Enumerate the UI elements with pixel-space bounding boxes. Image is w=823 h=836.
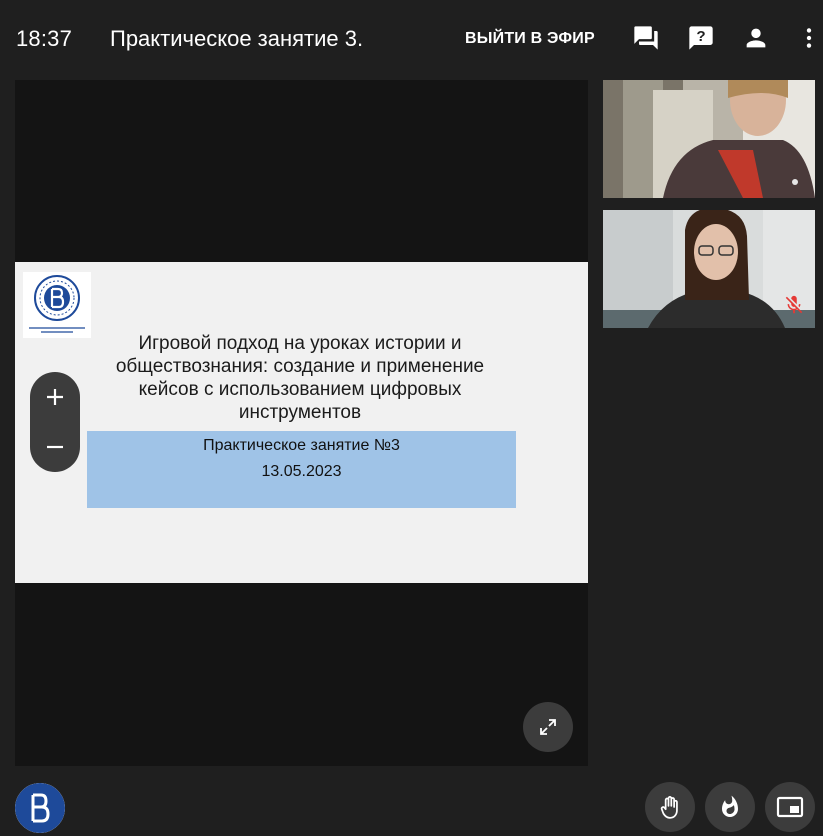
- raise-hand-button[interactable]: [645, 782, 695, 832]
- slide-date: 13.05.2023: [261, 463, 342, 480]
- help-icon: ?: [689, 26, 713, 50]
- plus-icon: [47, 389, 63, 405]
- expand-icon: [540, 719, 556, 735]
- zoom-control: [30, 372, 80, 472]
- zoom-in-button[interactable]: [30, 372, 80, 422]
- more-options-button[interactable]: [795, 22, 823, 54]
- top-bar: 18:37 Практическое занятие 3. ВЫЙТИ В ЭФ…: [0, 0, 823, 78]
- person-icon: [746, 28, 766, 48]
- fire-icon: [722, 795, 738, 817]
- picture-in-picture-button[interactable]: [765, 782, 815, 832]
- participants-button[interactable]: [740, 22, 772, 54]
- presentation-slide: Игровой подход на уроках истории и общес…: [15, 262, 588, 583]
- participant-video: [603, 80, 815, 198]
- participant-video-tile[interactable]: [603, 80, 815, 198]
- go-on-air-button[interactable]: ВЫЙТИ В ЭФИР: [465, 30, 595, 48]
- more-vert-icon: [806, 28, 812, 48]
- raise-hand-icon: [660, 796, 678, 819]
- participant-video-tile[interactable]: [603, 210, 815, 328]
- clock: 18:37: [16, 26, 73, 51]
- hse-slide-logo: [23, 272, 91, 338]
- reactions-button[interactable]: [705, 782, 755, 832]
- page-title: Практическое занятие 3.: [110, 26, 364, 51]
- chat-icon: [634, 26, 658, 50]
- slide-subtitle: Практическое занятие №3: [203, 437, 400, 454]
- dot-icon: [792, 179, 798, 185]
- presentation-stage: Игровой подход на уроках истории и общес…: [15, 80, 588, 766]
- fullscreen-button[interactable]: [523, 702, 573, 752]
- slide-info-box: Практическое занятие №3 13.05.2023: [87, 431, 516, 508]
- hse-logo-icon: [15, 783, 65, 833]
- minus-icon: [47, 445, 63, 449]
- mic-off-icon: [785, 295, 803, 314]
- picture-in-picture-icon: [776, 796, 804, 818]
- svg-text:?: ?: [696, 28, 705, 45]
- hse-emblem-icon: [29, 275, 85, 333]
- chat-button[interactable]: [630, 22, 662, 54]
- hse-logo: [15, 783, 65, 833]
- zoom-out-button[interactable]: [30, 422, 80, 472]
- help-button[interactable]: ?: [685, 22, 717, 54]
- slide-title: Игровой подход на уроках истории и общес…: [115, 333, 485, 423]
